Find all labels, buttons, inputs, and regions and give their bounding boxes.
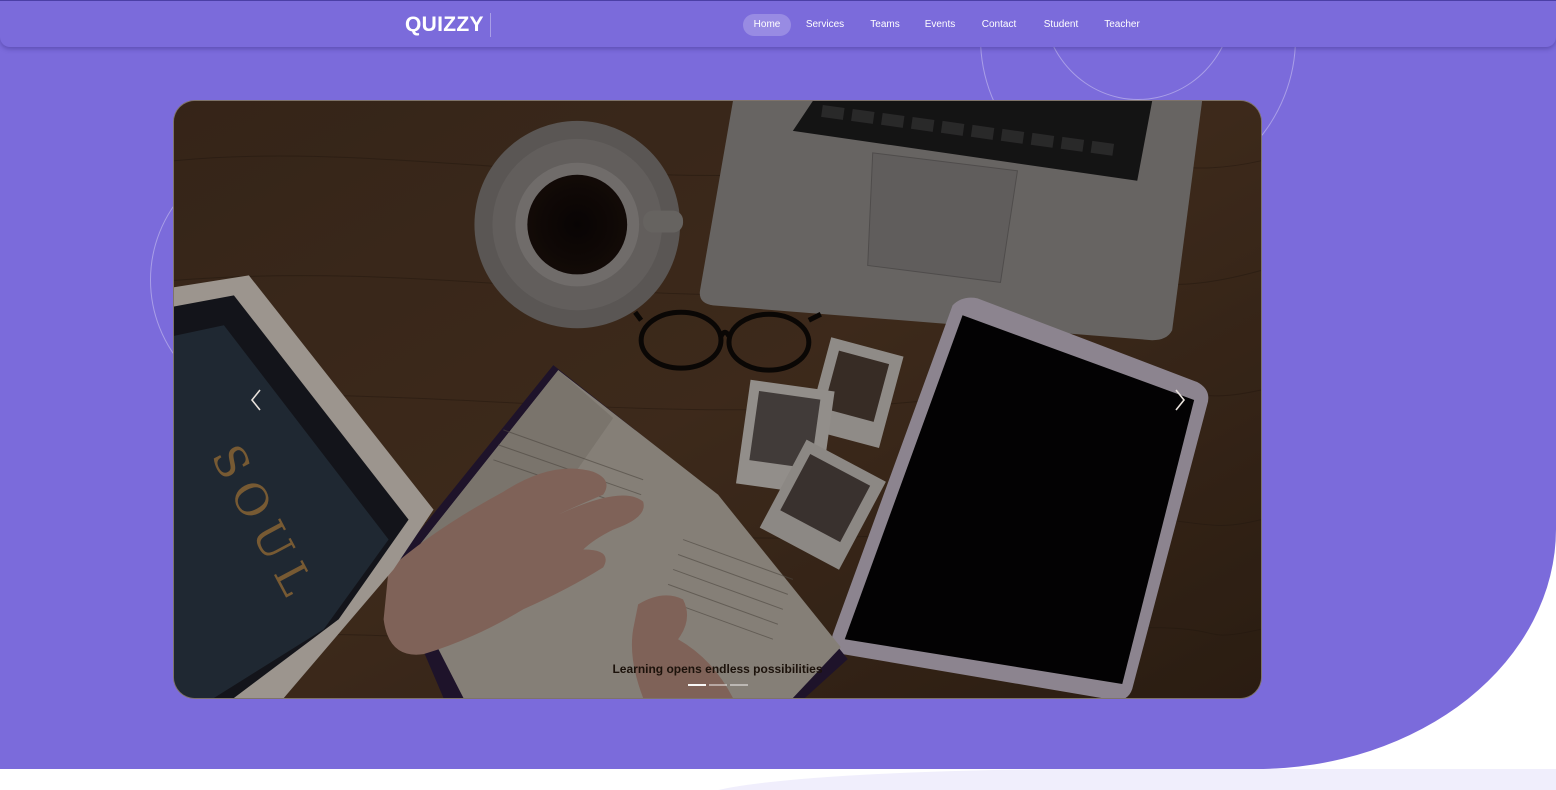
carousel-next-button[interactable] (1168, 386, 1192, 414)
nav-item-services[interactable]: Services (803, 14, 847, 36)
chevron-left-icon (250, 389, 261, 411)
nav-item-teams[interactable]: Teams (866, 14, 904, 36)
carousel-indicator-3[interactable] (730, 684, 748, 686)
slide-overlay (174, 101, 1261, 698)
logo-divider (490, 13, 491, 37)
nav-item-home[interactable]: Home (743, 14, 791, 36)
carousel-prev-button[interactable] (244, 386, 268, 414)
carousel-indicator-1[interactable] (688, 684, 706, 686)
nav-item-contact[interactable]: Contact (978, 14, 1020, 36)
hero-carousel[interactable]: SOUL Learning opens endless possibilitie… (173, 100, 1262, 699)
nav-item-events[interactable]: Events (923, 14, 957, 36)
hero-bottom-curve (700, 769, 1556, 790)
nav-item-student[interactable]: Student (1040, 14, 1082, 36)
chevron-right-icon (1175, 389, 1186, 411)
nav-item-teacher[interactable]: Teacher (1101, 14, 1143, 36)
carousel-indicators (688, 684, 748, 687)
page: QUIZZY Home Services Teams Events Contac… (0, 0, 1556, 790)
carousel-indicator-2[interactable] (709, 684, 727, 686)
top-navbar: QUIZZY Home Services Teams Events Contac… (0, 0, 1556, 47)
brand-logo[interactable]: QUIZZY (405, 13, 484, 37)
slide-caption: Learning opens endless possibilities (612, 662, 823, 676)
